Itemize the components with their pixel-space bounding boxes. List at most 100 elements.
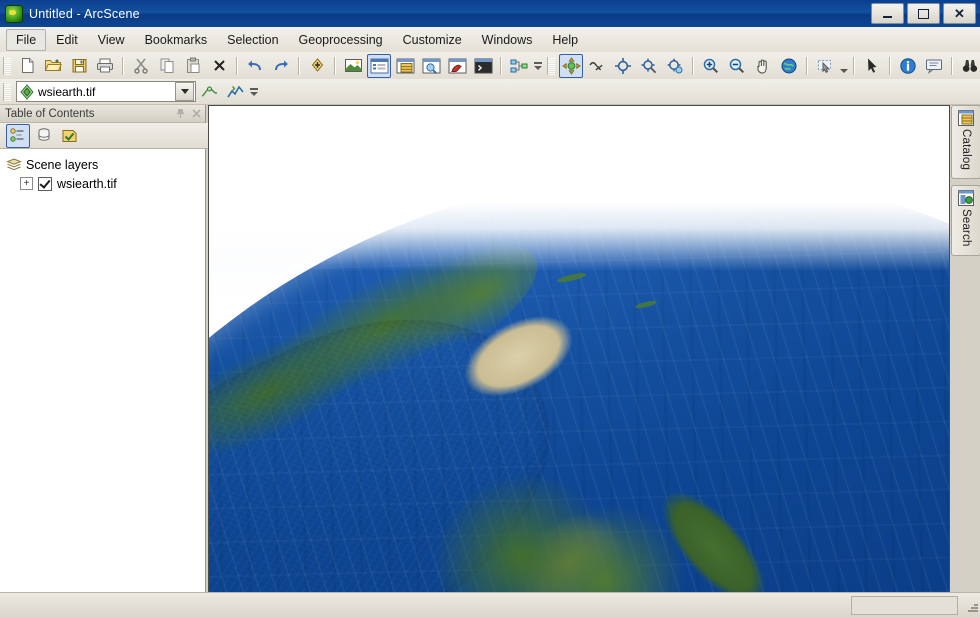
list-by-source-icon[interactable] [32,124,56,148]
select-features-dropdown[interactable] [838,56,849,76]
status-bar [0,592,980,618]
window-title: Untitled - ArcScene [29,6,140,21]
redo-arrow-icon[interactable] [269,54,293,78]
delete-x-icon[interactable] [207,54,231,78]
toc-header: Table of Contents [0,105,205,123]
zoom-in-icon[interactable] [699,54,723,78]
close-panel-icon[interactable] [189,107,203,121]
add-data-icon[interactable] [305,54,329,78]
copy-icon[interactable] [155,54,179,78]
navigate-icon[interactable] [559,53,583,78]
toolbox-window-icon[interactable] [445,54,469,78]
menu-item-view[interactable]: View [88,29,135,51]
list-by-visibility-icon[interactable] [58,124,82,148]
menu-item-windows[interactable]: Windows [472,29,543,51]
toolbar-separator [853,56,855,75]
catalog-icon [958,110,974,126]
fly-icon[interactable] [585,54,609,78]
create-profile-graph-icon[interactable] [223,80,247,104]
toolbar-grip[interactable] [547,56,555,75]
zoom-out-icon[interactable] [725,54,749,78]
full-extent-globe-icon[interactable] [777,54,801,78]
expand-layer-button[interactable]: + [20,177,33,190]
list-by-drawing-order-icon[interactable] [6,123,30,148]
toolbar-separator [236,56,238,75]
toolbar-grip[interactable] [3,82,11,101]
toolbar-separator [692,56,694,75]
paste-icon[interactable] [181,54,205,78]
layer-combo-arrow[interactable] [175,82,194,101]
arcscene-window: Untitled - ArcScene ✕ File Edit View Boo… [0,0,980,618]
select-features-icon[interactable] [813,54,837,78]
window-controls: ✕ [871,3,976,24]
toolbar-overflow-button[interactable] [532,56,544,76]
toc-root-scene-layers[interactable]: Scene layers [6,155,205,174]
menu-bar: File Edit View Bookmarks Selection Geopr… [0,27,980,53]
select-pointer-icon[interactable] [860,54,884,78]
toolbar-overflow-button[interactable] [248,82,260,102]
toc-layer-row[interactable]: + wsiearth.tif [6,174,205,193]
scene-properties-icon[interactable] [341,54,365,78]
menu-item-file[interactable]: File [6,28,47,51]
dock-tab-catalog[interactable]: Catalog [951,105,980,180]
arcscene-globe-icon [5,4,23,23]
dock-tab-catalog-label: Catalog [960,129,972,171]
menu-item-bookmarks[interactable]: Bookmarks [135,29,218,51]
docked-window-tabs: Catalog Search [950,105,980,262]
raster-layer-icon [19,83,35,100]
menu-item-geoprocessing[interactable]: Geoprocessing [289,29,393,51]
maximize-button[interactable] [907,3,940,24]
open-folder-icon[interactable] [41,54,65,78]
model-builder-icon[interactable] [507,54,531,78]
layer-combo[interactable]: wsiearth.tif [16,81,196,102]
table-of-contents-icon[interactable] [367,53,391,78]
html-popup-icon[interactable] [922,54,946,78]
dock-tab-search-label: Search [960,209,972,247]
pan-hand-icon[interactable] [751,54,775,78]
toolbar-separator [334,56,336,75]
find-binoculars-icon[interactable] [958,54,980,78]
3d-scene-view[interactable] [208,105,950,594]
status-panel [851,596,958,615]
toolbar-separator [298,56,300,75]
dock-tab-search[interactable]: Search [951,185,980,256]
search-window-icon[interactable] [419,54,443,78]
toolbar-standard [0,52,980,80]
toc-title: Table of Contents [5,107,95,120]
minimize-button[interactable] [871,3,904,24]
title-bar: Untitled - ArcScene ✕ [0,0,980,28]
undo-arrow-icon[interactable] [243,54,267,78]
set-observer-icon[interactable] [663,54,687,78]
scene-canvas[interactable] [209,106,949,593]
new-document-icon[interactable] [15,54,39,78]
auto-hide-pin-icon[interactable] [173,107,187,121]
menu-item-help[interactable]: Help [542,29,588,51]
toolbar-3d-analyst: wsiearth.tif [0,79,980,105]
resize-grip[interactable] [964,599,978,613]
menu-item-customize[interactable]: Customize [393,29,472,51]
toolbar-separator [889,56,891,75]
scene-layers-icon [6,157,22,172]
zoom-to-target-icon[interactable] [637,54,661,78]
center-on-target-icon[interactable] [611,54,635,78]
search-icon [958,190,974,207]
toc-layer-label: wsiearth.tif [57,176,117,191]
toc-list-by-toolbar [0,123,210,149]
toc-root-label: Scene layers [26,157,99,172]
identify-icon[interactable] [896,54,920,78]
layer-combo-value: wsiearth.tif [38,84,96,99]
toolbar-grip[interactable] [3,56,11,75]
table-of-contents-panel: Table of Contents Scene layers + wsieart… [0,105,210,592]
menu-item-selection[interactable]: Selection [217,29,288,51]
save-icon[interactable] [67,54,91,78]
print-icon[interactable] [93,54,117,78]
catalog-window-icon[interactable] [393,54,417,78]
toolbar-separator [806,56,808,75]
interpolate-line-icon[interactable] [197,80,221,104]
toolbar-separator [122,56,124,75]
menu-item-edit[interactable]: Edit [46,29,88,51]
python-window-icon[interactable] [471,54,495,78]
layer-visibility-checkbox[interactable] [38,176,52,191]
close-button[interactable]: ✕ [943,3,976,24]
cut-scissors-icon[interactable] [129,54,153,78]
